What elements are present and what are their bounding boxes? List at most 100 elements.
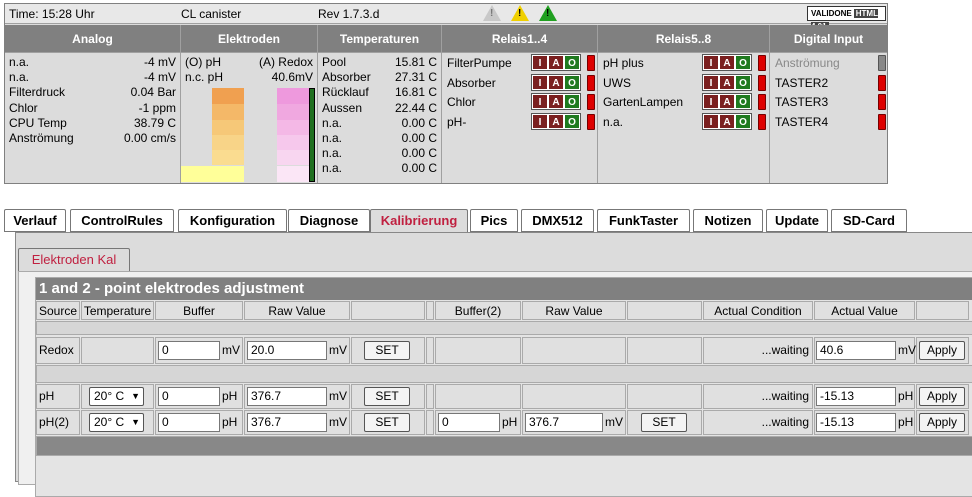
- ph2-set2-button[interactable]: SET: [641, 413, 687, 432]
- empty-cell: [435, 384, 521, 409]
- tab-controlrules[interactable]: ControlRules: [70, 209, 174, 232]
- unit-ph: pH: [898, 389, 914, 403]
- analog-value: 0.00 cm/s: [123, 130, 176, 145]
- unit-ph: pH: [222, 389, 238, 403]
- device-name: CL canister: [181, 7, 242, 21]
- tab-notizen[interactable]: Notizen: [693, 209, 763, 232]
- iao-i-button[interactable]: I: [703, 74, 719, 90]
- elektroden-section: Elektroden (O) pH (A) Redox n.c. pH 40.6mV: [181, 25, 318, 183]
- validator-badge[interactable]: VALIDONEHTML 4.01: [807, 6, 886, 31]
- iao-o-button[interactable]: O: [735, 94, 751, 109]
- iao-a-button[interactable]: A: [719, 55, 735, 70]
- kalibrierung-panel: Elektroden Kal 1 and 2 - point elektrode…: [15, 232, 972, 497]
- row-separator: [36, 321, 972, 335]
- col-empty3: [916, 301, 969, 320]
- tab-kalibrierung[interactable]: Kalibrierung: [370, 209, 468, 233]
- digital-row: TASTER4: [770, 112, 887, 132]
- ph2-buffer2-input[interactable]: 0: [438, 413, 500, 432]
- analog-label: n.a.: [9, 55, 30, 69]
- digital-status-led: [878, 74, 886, 91]
- relais-label: n.a.: [603, 114, 624, 129]
- tab-pics[interactable]: Pics: [470, 209, 518, 232]
- tab-konfiguration[interactable]: Konfiguration: [178, 209, 287, 232]
- temp-label: Pool: [322, 55, 347, 69]
- iao-o-button[interactable]: O: [564, 94, 580, 109]
- iao-a-button[interactable]: A: [719, 74, 735, 90]
- iao-a-button[interactable]: A: [548, 55, 564, 70]
- iao-o-button[interactable]: O: [735, 55, 751, 70]
- analog-label: CPU Temp: [9, 115, 67, 130]
- ph2-source: pH(2): [36, 410, 80, 435]
- ph2-buffer-input[interactable]: 0: [158, 413, 220, 432]
- ph-buffer-input[interactable]: 0: [158, 387, 220, 406]
- tab-sd-card[interactable]: SD-Card: [831, 209, 907, 232]
- iao-a-button[interactable]: A: [548, 94, 564, 109]
- analog-label: Anströmung: [9, 130, 74, 145]
- ph2-raw2-input[interactable]: 376.7: [525, 413, 603, 432]
- ph-actual-input[interactable]: -15.13: [816, 387, 896, 406]
- iao-i-button[interactable]: I: [703, 113, 719, 129]
- tab-diagnose[interactable]: Diagnose: [288, 209, 370, 232]
- ph2-raw-input[interactable]: 376.7: [247, 413, 327, 432]
- redox-temp-cell: [81, 337, 154, 364]
- iao-o-button[interactable]: O: [735, 74, 751, 90]
- header-bar: Time: 15:28 Uhr CL canister Rev 1.7.3.d …: [5, 4, 887, 31]
- redox-apply-button[interactable]: Apply: [919, 341, 965, 360]
- tab-elektroden-kal[interactable]: Elektroden Kal: [18, 248, 130, 271]
- digital-section: Digital Input Anströmung TASTER2 TASTER3 TA…: [770, 25, 887, 183]
- iao-i-button[interactable]: I: [532, 74, 548, 90]
- relais-label: Absorber: [447, 75, 496, 90]
- iao-i-button[interactable]: I: [532, 113, 548, 129]
- tab-verlauf[interactable]: Verlauf: [4, 209, 66, 232]
- iao-i-button[interactable]: I: [703, 55, 719, 70]
- relais-label: UWS: [603, 75, 631, 90]
- relais-row: GartenLampen I A O: [598, 92, 769, 112]
- ph-apply-button[interactable]: Apply: [919, 387, 965, 406]
- iao-i-button[interactable]: I: [532, 55, 548, 70]
- iao-switch: IAO: [531, 54, 581, 71]
- ph2-apply-button[interactable]: Apply: [919, 413, 965, 432]
- ph-set-button[interactable]: SET: [364, 387, 410, 406]
- iao-i-button[interactable]: I: [532, 94, 548, 109]
- iao-switch: IAO: [531, 93, 581, 110]
- iao-o-button[interactable]: O: [735, 113, 751, 129]
- ph-temp-select[interactable]: 20° C ▼: [89, 387, 144, 406]
- iao-a-button[interactable]: A: [548, 113, 564, 129]
- temp-label: Absorber: [322, 70, 371, 85]
- relais1-title: Relais1..4: [442, 25, 597, 53]
- iao-a-button[interactable]: A: [719, 94, 735, 109]
- ph-raw-input[interactable]: 376.7: [247, 387, 327, 406]
- warning-green-icon: !: [539, 5, 557, 21]
- analog-row: Anströmung 0.00 cm/s: [5, 131, 180, 146]
- digital-status-led: [878, 113, 886, 130]
- empty-cell: [435, 337, 521, 364]
- analog-value: -1 ppm: [138, 100, 176, 115]
- iao-o-button[interactable]: O: [564, 55, 580, 70]
- ph2-set-button[interactable]: SET: [364, 413, 410, 432]
- relais-row: UWS I A O: [598, 73, 769, 93]
- temp-value: 0.00 C: [401, 146, 437, 161]
- col-buffer2: Buffer(2): [435, 301, 521, 320]
- tab-update[interactable]: Update: [766, 209, 828, 232]
- time-text: Time: 15:28 Uhr: [9, 7, 95, 21]
- relais-row: Absorber I A O: [442, 73, 597, 93]
- iao-o-button[interactable]: O: [564, 74, 580, 90]
- iao-i-button[interactable]: I: [703, 94, 719, 109]
- sep-cell: [426, 410, 434, 435]
- ph-source: pH: [36, 384, 80, 409]
- iao-o-button[interactable]: O: [564, 113, 580, 129]
- redox-set-button[interactable]: SET: [364, 341, 410, 360]
- tab-dmx512[interactable]: DMX512: [521, 209, 594, 232]
- redox-source: Redox: [36, 337, 80, 364]
- redox-buffer-input[interactable]: 0: [158, 341, 220, 360]
- ph2-temp-select[interactable]: 20° C ▼: [89, 413, 144, 432]
- redox-raw-input[interactable]: 20.0: [247, 341, 327, 360]
- unit-ph: pH: [222, 415, 238, 429]
- temp-value: 0.00 C: [401, 130, 437, 145]
- ph2-actual-input[interactable]: -15.13: [816, 413, 896, 432]
- analog-label: Chlor: [9, 100, 38, 115]
- tab-funktaster[interactable]: FunkTaster: [597, 209, 690, 232]
- iao-a-button[interactable]: A: [719, 113, 735, 129]
- redox-actual-input[interactable]: 40.6: [816, 341, 896, 360]
- iao-a-button[interactable]: A: [548, 74, 564, 90]
